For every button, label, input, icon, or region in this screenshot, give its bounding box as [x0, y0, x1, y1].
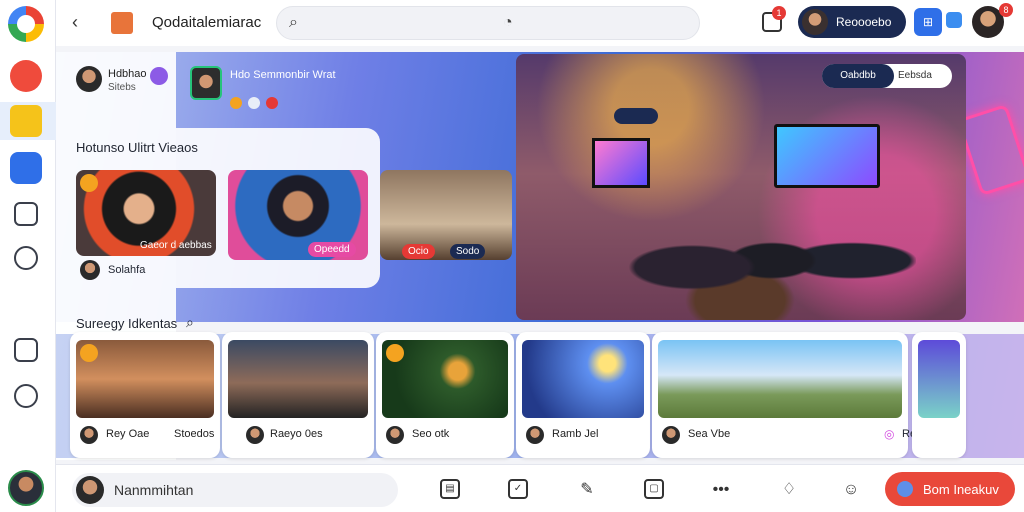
go-live-label: Bom Ineakuv: [923, 482, 999, 497]
live-icon: [386, 344, 404, 362]
compose-avatar: [76, 476, 104, 504]
video-tag-left: Ocio: [402, 244, 435, 259]
pin-icon[interactable]: [10, 60, 42, 92]
badge-icon: [230, 97, 242, 109]
verified-icon: [150, 67, 168, 85]
profile-button[interactable]: Reoooebo: [798, 6, 906, 38]
tv-screen: [774, 124, 880, 188]
card-avatar: [80, 426, 98, 444]
search-icon: ⌕: [289, 14, 298, 31]
suggestion-card[interactable]: Seo otk: [376, 332, 514, 458]
user-subtitle: Sitebs: [108, 82, 136, 93]
video-thumbnail[interactable]: Gaeor d aebbas: [76, 170, 216, 256]
channel-avatar: [190, 66, 222, 100]
video-overlay-text: Gaeor d aebbas: [140, 240, 212, 251]
avatar-badge: 8: [999, 3, 1013, 17]
suggestion-card[interactable]: Ramb Jel: [516, 332, 650, 458]
creator-avatar: [80, 260, 100, 280]
compose-input[interactable]: Nanmmihtan: [72, 473, 398, 507]
suggestion-card[interactable]: Rey Oae Stoedos: [70, 332, 220, 458]
mail-icon[interactable]: [10, 105, 42, 137]
card-image: [918, 340, 960, 418]
room-pill-left[interactable]: Oabdbb: [822, 64, 894, 88]
card-image: [658, 340, 902, 418]
mic-icon[interactable]: ◔: [503, 14, 513, 32]
search-icon[interactable]: ⌕: [186, 314, 194, 331]
calendar-icon[interactable]: ▢: [644, 479, 664, 499]
share-icon[interactable]: [946, 12, 962, 28]
chart-icon[interactable]: [14, 202, 38, 226]
suggestion-card[interactable]: Raeyo 0es: [222, 332, 374, 458]
card-avatar: [246, 426, 264, 444]
account-avatar[interactable]: [8, 470, 44, 506]
smile-icon[interactable]: [14, 384, 38, 408]
card-label: Sea Vbe: [688, 428, 731, 440]
apps-icon[interactable]: ⊞: [914, 8, 942, 36]
share-icon[interactable]: ◎: [884, 427, 894, 441]
community-icon[interactable]: [14, 246, 38, 270]
google-logo-icon[interactable]: [8, 6, 44, 42]
store-icon[interactable]: [10, 152, 42, 184]
bottom-bar: Nanmmihtan ▤ ✓ ✎ ▢ ••• ♢ ☺ Bom Ineakuv: [56, 464, 1024, 512]
creator-name: Solahfa: [108, 264, 146, 276]
room-action-pill[interactable]: Oabdbb Eebsda: [822, 64, 952, 88]
user-avatar-small: [76, 66, 102, 92]
card-label: Raeyo 0es: [270, 428, 323, 440]
live-icon: [80, 344, 98, 362]
app-logo-icon: [111, 12, 133, 34]
profile-name: Reoooebo: [836, 15, 892, 29]
tv-screen: [592, 138, 650, 188]
badge-icon: [248, 97, 260, 109]
docs-icon[interactable]: [14, 338, 38, 362]
card-label: Seo otk: [412, 428, 450, 440]
app-title: Qodaitalemiarac: [152, 14, 262, 31]
top-bar: ‹ Qodaitalemiarac ⌕ ◔ 1 Reoooebo ⊞ 8: [56, 0, 1024, 46]
video-tag-right: Sodo: [450, 244, 486, 259]
profile-avatar: [802, 9, 828, 35]
go-live-button[interactable]: Bom Ineakuv: [885, 472, 1015, 506]
video-tag: Opeedd: [308, 242, 356, 257]
card-avatar: [386, 426, 404, 444]
notification-badge: 1: [772, 6, 786, 20]
badge-icon: [266, 97, 278, 109]
channel-name: Hdo Semmonbir Wrat: [230, 69, 336, 81]
card-label: Ramb Jel: [552, 428, 599, 440]
video-thumbnail[interactable]: Ocio Sodo: [380, 170, 512, 260]
live-icon: [80, 174, 98, 192]
section-title-videos: Hotunso Ulitrt Vieaos: [76, 140, 198, 155]
card-label: Rey Oae: [106, 428, 150, 440]
featured-live-video[interactable]: Oabdbb Eebsda: [516, 54, 966, 320]
people-group: [596, 188, 916, 320]
go-live-avatar: [897, 481, 913, 497]
chat-icon[interactable]: ✎: [576, 479, 598, 501]
suggestion-card[interactable]: Sea Vbe ◎: [652, 332, 908, 458]
card-avatar: [526, 426, 544, 444]
bell-icon[interactable]: ♢: [778, 479, 800, 501]
user-name: Hdbhao: [108, 68, 147, 80]
room-tag: [614, 108, 658, 124]
card-image: [522, 340, 644, 418]
emoji-icon[interactable]: ☺: [840, 479, 862, 501]
back-icon[interactable]: ‹: [72, 12, 78, 33]
card-label-secondary: Stoedos: [174, 428, 215, 440]
card-image: [228, 340, 368, 418]
more-icon[interactable]: •••: [710, 479, 732, 501]
compose-text: Nanmmihtan: [114, 482, 194, 498]
section-title-suggestions: Sureegy Idkentas: [76, 316, 178, 331]
left-rail: [0, 0, 56, 512]
room-pill-right[interactable]: Eebsda: [898, 64, 932, 88]
inbox-icon[interactable]: ✓: [508, 479, 528, 499]
card-avatar: [662, 426, 680, 444]
channel-badges: [230, 96, 290, 110]
calendar-icon[interactable]: ▤: [440, 479, 460, 499]
video-image: [380, 170, 512, 260]
video-thumbnail[interactable]: Opeedd: [228, 170, 368, 260]
suggestion-card-partial[interactable]: [912, 332, 966, 458]
search-input[interactable]: ⌕ ◔: [276, 6, 700, 40]
